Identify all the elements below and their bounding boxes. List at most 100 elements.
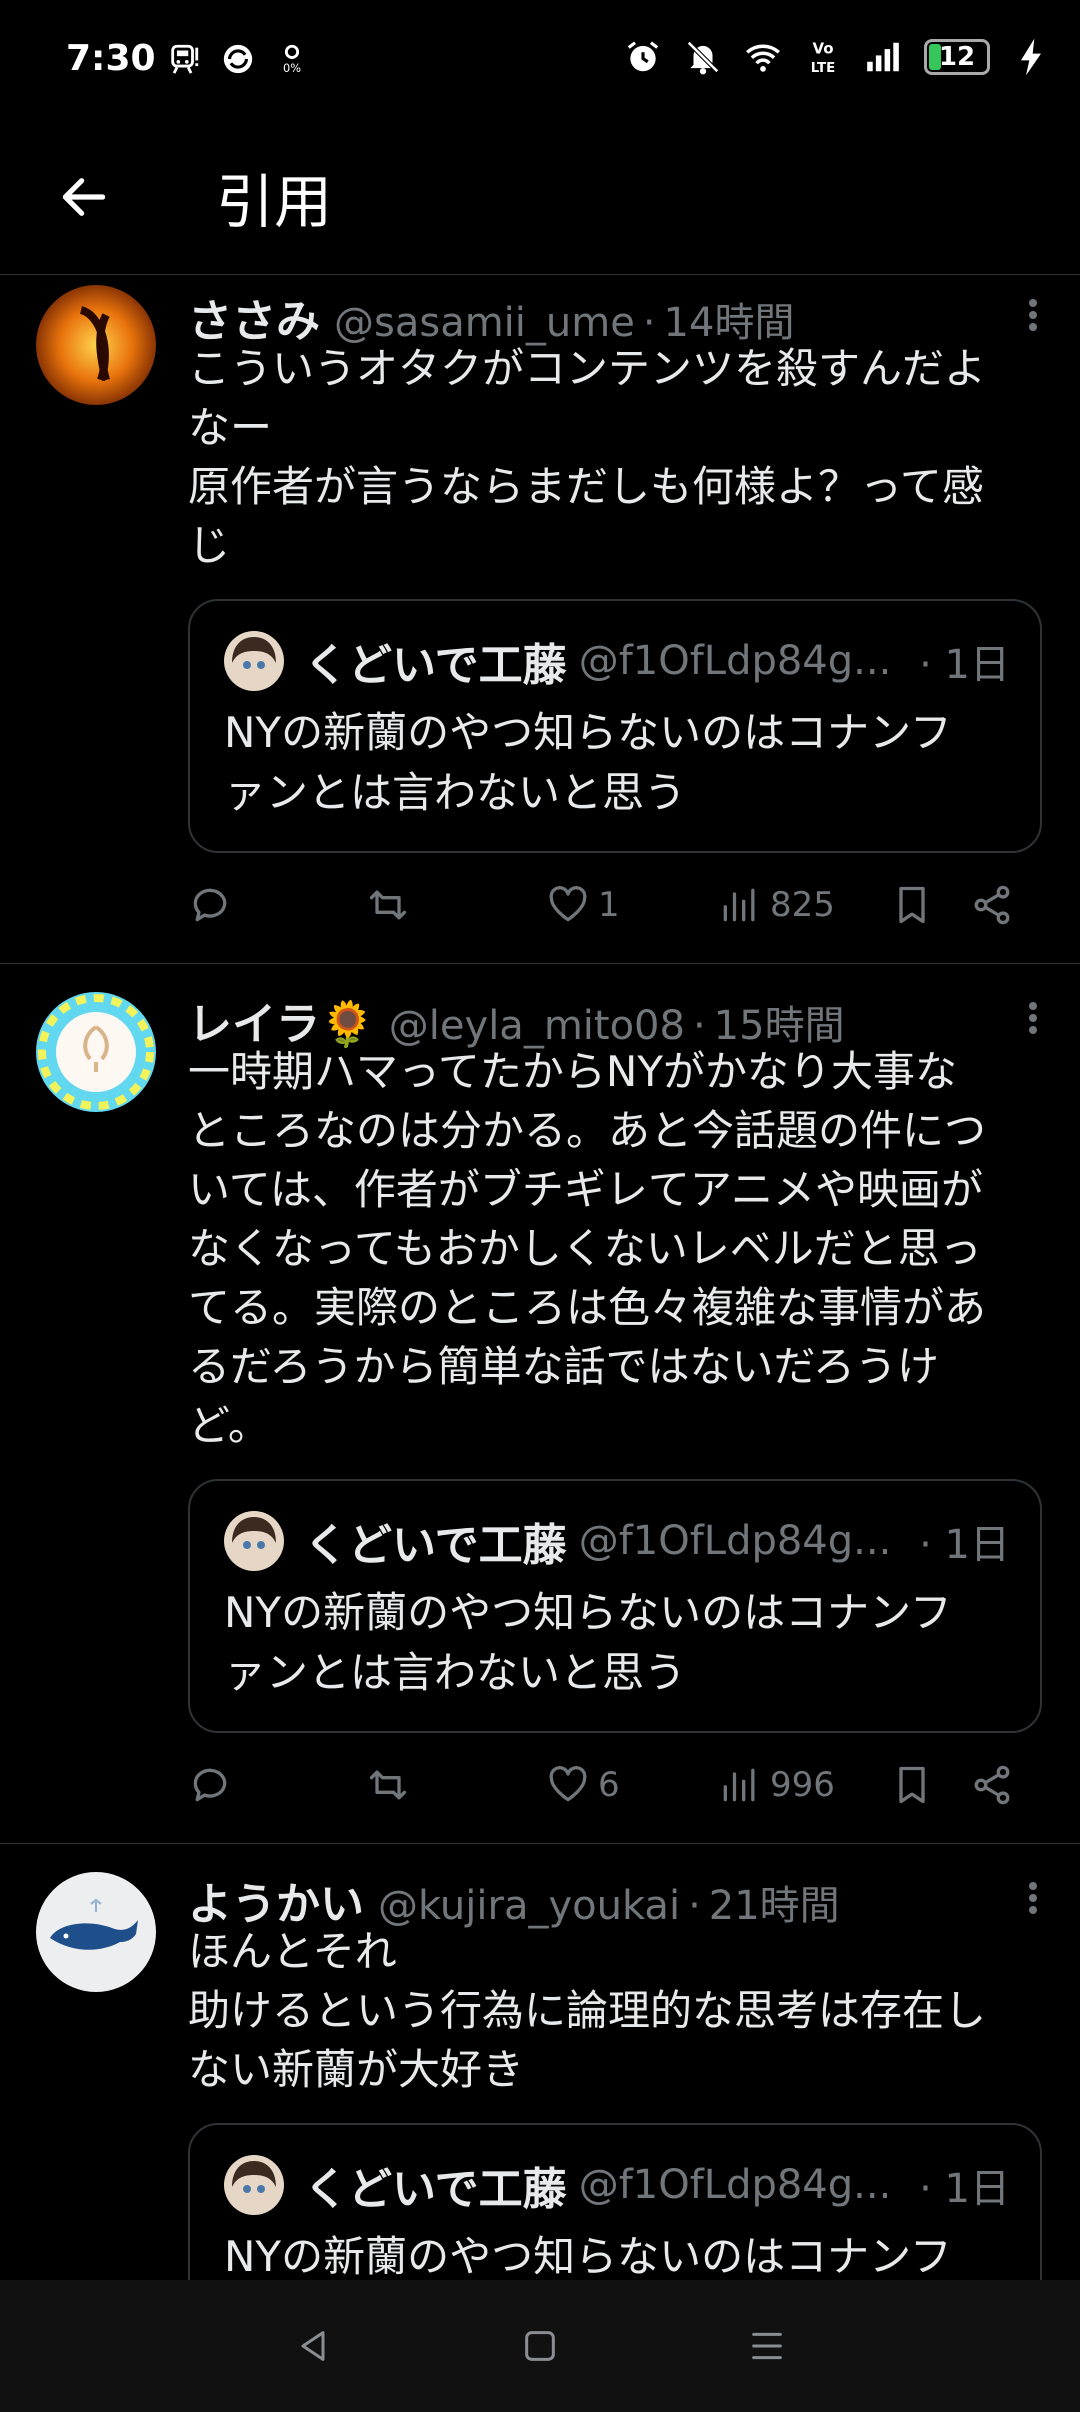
status-time: 7:30 bbox=[66, 38, 156, 79]
tweet-actions: 1 825 bbox=[188, 853, 1042, 963]
mute-bell-icon bbox=[684, 38, 722, 76]
separator-dot: · bbox=[642, 300, 656, 346]
battery-icon: 12 bbox=[924, 39, 990, 75]
quoted-tweet[interactable]: くどいで工藤 @f1OfLdp84g... · 1日 NYの新蘭のやつ知らないの… bbox=[188, 2123, 1042, 2280]
alarm-icon bbox=[624, 38, 662, 76]
nav-recents-icon bbox=[751, 2332, 782, 2360]
system-nav-bar bbox=[0, 2280, 1080, 2412]
tweet[interactable]: レイラ🌻 @leyla_mito08 · 15時間 一時期ハマってたからNYがか… bbox=[0, 964, 1080, 1844]
nav-home-button[interactable] bbox=[510, 2316, 570, 2376]
quoted-timestamp: · 1日 bbox=[919, 2166, 1010, 2212]
quote-feed[interactable]: ささみ @sasamii_ume · 14時間 こういうオタクがコンテンツを殺す… bbox=[0, 275, 1080, 2280]
retweet-button[interactable] bbox=[366, 1763, 418, 1807]
share-icon bbox=[974, 885, 1010, 925]
more-options-icon[interactable] bbox=[1018, 1878, 1048, 1918]
quoted-text: NYの新蘭のやつ知らないのはコナンフ ァンとは言わないと思う bbox=[224, 2232, 952, 2280]
quoted-tweet[interactable]: くどいで工藤 @f1OfLdp84g... · 1日 NYの新蘭のやつ知らないの… bbox=[188, 1479, 1042, 1733]
avatar[interactable] bbox=[36, 1872, 156, 1992]
nav-back-button[interactable] bbox=[283, 2316, 343, 2376]
timestamp[interactable]: 21時間 bbox=[709, 1873, 840, 1931]
page-title: 引用 bbox=[216, 168, 333, 236]
status-left-icons: 0% bbox=[165, 40, 311, 78]
bookmark-icon bbox=[899, 1766, 925, 1804]
display-name[interactable]: レイラ🌻 bbox=[188, 988, 375, 1052]
reply-button[interactable] bbox=[188, 883, 240, 927]
tweet-text: 一時期ハマってたからNYがかなり大事な ところなのは分かる。あと今話題の件につ … bbox=[188, 1047, 987, 1450]
quoted-avatar bbox=[224, 2155, 284, 2215]
sync-icon bbox=[219, 40, 257, 78]
tweet-header: ささみ @sasamii_ume · 14時間 bbox=[188, 285, 1042, 347]
display-name[interactable]: ようかい bbox=[188, 1868, 364, 1932]
views-button[interactable]: 996 bbox=[718, 1763, 835, 1807]
quoted-tweet[interactable]: くどいで工藤 @f1OfLdp84g... · 1日 NYの新蘭のやつ知らないの… bbox=[188, 599, 1042, 853]
user-handle[interactable]: @kujira_youkai bbox=[378, 1883, 680, 1929]
user-handle[interactable]: @sasamii_ume bbox=[334, 300, 635, 346]
more-options-icon[interactable] bbox=[1018, 998, 1048, 1038]
quoted-avatar bbox=[224, 631, 284, 691]
views-icon bbox=[723, 1768, 755, 1802]
quoted-timestamp: · 1日 bbox=[919, 1522, 1010, 1568]
top-header: 引用 bbox=[0, 125, 1080, 275]
tweet[interactable]: ささみ @sasamii_ume · 14時間 こういうオタクがコンテンツを殺す… bbox=[0, 275, 1080, 964]
nav-recents-button[interactable] bbox=[737, 2316, 797, 2376]
views-button[interactable]: 825 bbox=[718, 883, 835, 927]
tweet[interactable]: ようかい @kujira_youkai · 21時間 ほんとそれ 助けるという行… bbox=[0, 1844, 1080, 2280]
bookmark-button[interactable] bbox=[890, 883, 934, 927]
tweet-text: ほんとそれ 助けるという行為に論理的な思考は存在し ない新蘭が大好き bbox=[188, 1927, 987, 2094]
quoted-display-name: くどいで工藤 bbox=[304, 640, 567, 691]
like-count: 6 bbox=[598, 1765, 620, 1805]
share-button[interactable] bbox=[970, 1763, 1014, 1807]
signal-icon bbox=[864, 38, 902, 76]
avatar[interactable] bbox=[36, 285, 156, 405]
like-count: 1 bbox=[598, 885, 620, 925]
retweet-icon bbox=[369, 890, 407, 920]
display-name[interactable]: ささみ bbox=[188, 285, 320, 349]
arrow-left-icon bbox=[62, 178, 106, 216]
retweet-icon bbox=[369, 1770, 407, 1800]
back-button[interactable] bbox=[52, 165, 116, 229]
quoted-display-name: くどいで工藤 bbox=[304, 1520, 567, 1571]
views-icon bbox=[723, 888, 755, 922]
user-handle[interactable]: @leyla_mito08 bbox=[389, 1003, 685, 1049]
quoted-avatar bbox=[224, 1511, 284, 1571]
timestamp[interactable]: 14時間 bbox=[664, 290, 795, 348]
like-button[interactable]: 1 bbox=[546, 883, 620, 927]
quoted-timestamp: · 1日 bbox=[919, 642, 1010, 688]
svg-text:0%: 0% bbox=[283, 61, 301, 75]
share-button[interactable] bbox=[970, 883, 1014, 927]
battery-level: 12 bbox=[938, 42, 976, 72]
view-count: 996 bbox=[770, 1765, 835, 1805]
bookmark-button[interactable] bbox=[890, 1763, 934, 1807]
reply-button[interactable] bbox=[188, 1763, 240, 1807]
quoted-tweet-header: くどいで工藤 @f1OfLdp84g... · 1日 bbox=[224, 2153, 1010, 2217]
train-icon bbox=[165, 40, 203, 78]
quoted-handle: @f1OfLdp84g... bbox=[578, 1518, 892, 1564]
quoted-tweet-header: くどいで工藤 @f1OfLdp84g... · 1日 bbox=[224, 629, 1010, 693]
tweet-actions: 6 996 bbox=[188, 1733, 1042, 1843]
tweet-header: レイラ🌻 @leyla_mito08 · 15時間 bbox=[188, 988, 1042, 1050]
quoted-handle: @f1OfLdp84g... bbox=[578, 638, 892, 684]
status-right-icons: Vo LTE 12 bbox=[624, 38, 1050, 76]
data-saver-icon: 0% bbox=[273, 40, 311, 78]
quoted-text: NYの新蘭のやつ知らないのはコナンフ ァンとは言わないと思う bbox=[224, 708, 952, 817]
tweet-text: こういうオタクがコンテンツを殺すんだよ なー 原作者が言うならまだしも何様よ？っ… bbox=[188, 344, 987, 570]
retweet-button[interactable] bbox=[366, 883, 418, 927]
like-button[interactable]: 6 bbox=[546, 1763, 620, 1807]
status-bar: 7:30 0% Vo LTE 12 bbox=[0, 0, 1080, 125]
reply-icon bbox=[193, 888, 227, 922]
heart-icon bbox=[549, 886, 587, 922]
svg-text:Vo: Vo bbox=[812, 40, 833, 58]
reply-icon bbox=[193, 1768, 227, 1802]
svg-text:LTE: LTE bbox=[811, 61, 835, 76]
quoted-tweet-header: くどいで工藤 @f1OfLdp84g... · 1日 bbox=[224, 1509, 1010, 1573]
avatar[interactable] bbox=[36, 992, 156, 1112]
bookmark-icon bbox=[899, 886, 925, 924]
timestamp[interactable]: 15時間 bbox=[714, 993, 845, 1051]
quoted-handle: @f1OfLdp84g... bbox=[578, 2162, 892, 2208]
separator-dot: · bbox=[692, 1003, 706, 1049]
view-count: 825 bbox=[770, 885, 835, 925]
charging-icon bbox=[1012, 38, 1050, 76]
nav-home-icon bbox=[525, 2331, 555, 2361]
more-options-icon[interactable] bbox=[1018, 295, 1048, 335]
quoted-text: NYの新蘭のやつ知らないのはコナンフ ァンとは言わないと思う bbox=[224, 1588, 952, 1697]
